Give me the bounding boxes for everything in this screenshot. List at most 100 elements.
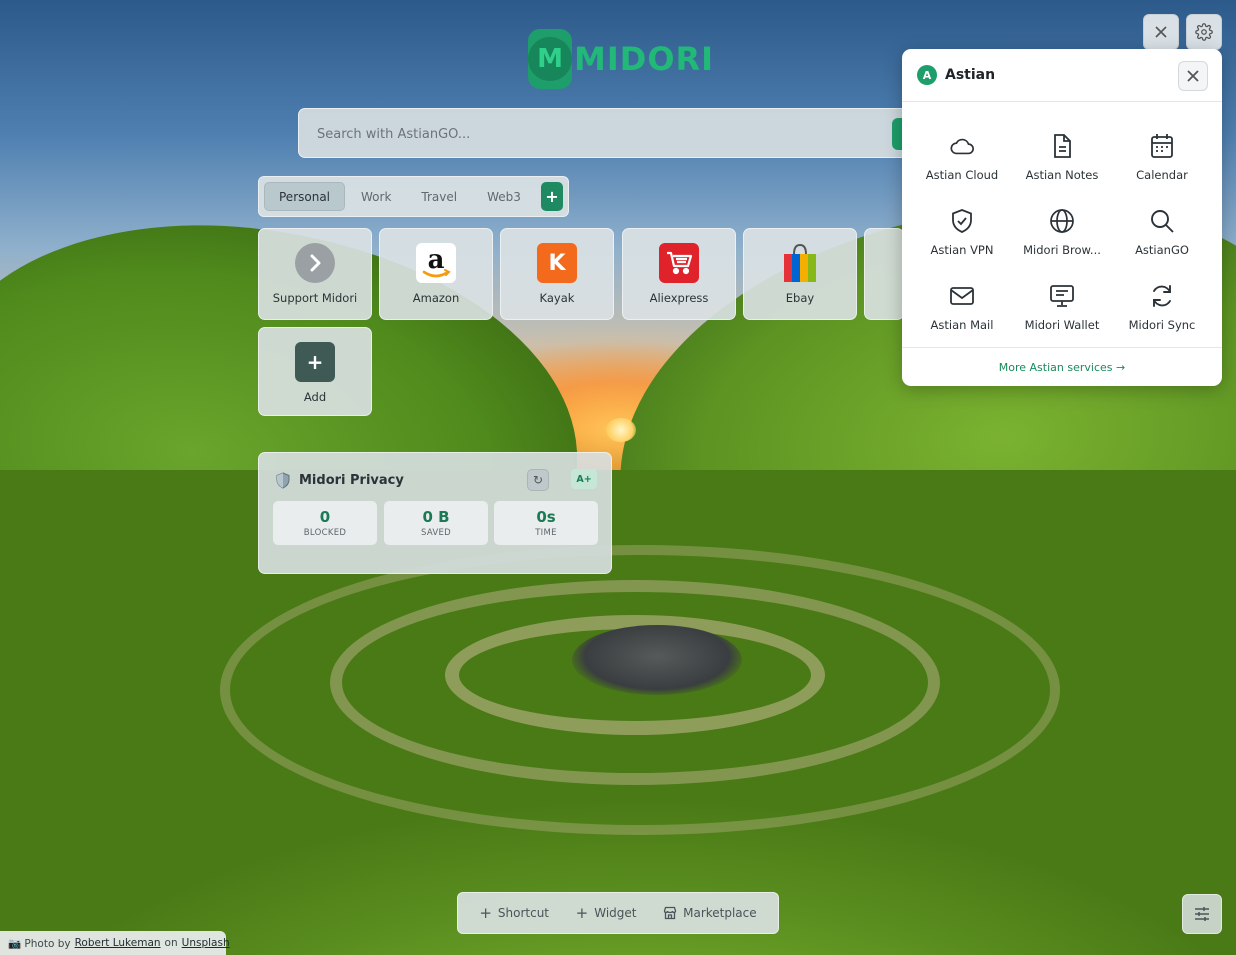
shortcut-group-tabs: Personal Work Travel Web3 +	[258, 176, 569, 217]
midori-logo-text: MIDORI	[574, 40, 715, 78]
stat-blocked: 0 BLOCKED	[273, 501, 377, 545]
plus-icon: +	[479, 904, 492, 922]
shortcut-label: Add	[303, 390, 327, 404]
shortcut-amazon[interactable]: a Amazon	[379, 228, 493, 320]
service-midori-browser[interactable]: Midori Brow...	[1012, 208, 1112, 274]
aliexpress-cart-icon	[659, 243, 699, 283]
store-icon	[663, 906, 677, 920]
add-widget-label: Widget	[594, 906, 637, 920]
background-cairn	[572, 625, 742, 695]
service-midori-wallet[interactable]: Midori Wallet	[1012, 283, 1112, 349]
search-icon	[1149, 208, 1175, 234]
shortcut-kayak[interactable]: K Kayak	[500, 228, 614, 320]
settings-button[interactable]	[1186, 14, 1222, 50]
tab-personal[interactable]: Personal	[264, 182, 346, 211]
unsplash-link[interactable]: Unsplash	[182, 937, 230, 949]
stat-value: 0 B	[422, 508, 450, 526]
stat-label: SAVED	[420, 528, 452, 538]
stat-label: TIME	[535, 528, 557, 538]
service-label: Astian Mail	[930, 318, 994, 332]
close-icon	[1187, 70, 1199, 82]
midori-logo-glyph: M	[528, 37, 572, 81]
service-label: AstianGO	[1135, 243, 1189, 257]
cloud-icon	[949, 133, 975, 159]
amazon-glyph: a	[428, 245, 445, 275]
wallet-monitor-icon	[1049, 283, 1075, 309]
photo-credit: 📷 Photo by Robert Lukeman on Unsplash	[0, 931, 230, 955]
marketplace-label: Marketplace	[683, 906, 757, 920]
add-widget-button[interactable]: + Widget	[576, 904, 637, 922]
add-shortcut-label: Shortcut	[497, 906, 550, 920]
globe-icon	[1049, 208, 1075, 234]
astian-logo-badge: A	[917, 65, 937, 85]
photo-credit-middle: on	[164, 937, 178, 949]
privacy-widget-title: Midori Privacy	[299, 472, 404, 488]
calendar-icon	[1149, 133, 1175, 159]
astian-services-panel: A Astian Astian Cloud Astian Notes Calen…	[902, 49, 1222, 386]
refresh-button[interactable]: ↻	[527, 469, 549, 491]
search-input[interactable]	[305, 114, 905, 154]
add-shortcut-button[interactable]: + Shortcut	[479, 904, 549, 922]
service-label: Astian Cloud	[925, 168, 999, 182]
service-astian-mail[interactable]: Astian Mail	[912, 283, 1012, 349]
service-astiango[interactable]: AstianGO	[1112, 208, 1212, 274]
astian-panel-header: A Astian	[902, 49, 1222, 102]
service-astian-vpn[interactable]: Astian VPN	[912, 208, 1012, 274]
customize-button[interactable]	[1182, 894, 1222, 934]
shield-icon	[276, 471, 290, 489]
service-calendar[interactable]: Calendar	[1112, 133, 1212, 199]
ebay-bag-icon	[780, 243, 820, 283]
shortcut-support-midori[interactable]: Support Midori	[258, 228, 372, 320]
kayak-icon: K	[537, 243, 577, 283]
shortcut-label: Aliexpress	[649, 291, 709, 305]
stat-value: 0	[319, 508, 331, 526]
add-shortcut-tile[interactable]: + Add	[258, 327, 372, 416]
tab-web3[interactable]: Web3	[473, 182, 535, 211]
sliders-icon	[1195, 907, 1209, 921]
add-tab-button[interactable]: +	[540, 182, 563, 211]
service-label: Midori Sync	[1128, 318, 1196, 332]
shield-check-icon	[949, 208, 975, 234]
service-label: Astian VPN	[930, 243, 994, 257]
background-sun	[606, 418, 636, 442]
service-astian-notes[interactable]: Astian Notes	[1012, 133, 1112, 199]
shortcut-ebay[interactable]: Ebay	[743, 228, 857, 320]
gear-icon	[1195, 23, 1213, 41]
service-astian-cloud[interactable]: Astian Cloud	[912, 133, 1012, 199]
service-label: Midori Brow...	[1023, 243, 1101, 257]
marketplace-button[interactable]: Marketplace	[663, 906, 757, 920]
shortcut-label: Kayak	[539, 291, 575, 305]
sync-icon	[1149, 283, 1175, 309]
document-icon	[1049, 133, 1075, 159]
shortcut-label: Amazon	[412, 291, 460, 305]
midori-logo: M MIDORI	[528, 28, 713, 90]
stat-label: BLOCKED	[303, 528, 347, 538]
more-astian-services-link[interactable]: More Astian services →	[902, 347, 1222, 386]
service-label: Astian Notes	[1025, 168, 1099, 182]
shortcut-aliexpress[interactable]: Aliexpress	[622, 228, 736, 320]
privacy-widget-header: Midori Privacy ↻ A+	[275, 469, 597, 491]
photo-author-link[interactable]: Robert Lukeman	[75, 937, 161, 949]
astian-panel-close-button[interactable]	[1178, 61, 1208, 91]
shortcut-partial[interactable]	[864, 228, 904, 320]
chevron-right-icon	[295, 243, 335, 283]
bottom-toolbar: + Shortcut + Widget Marketplace	[457, 892, 779, 934]
astian-panel-title: Astian	[945, 67, 996, 83]
privacy-widget: Midori Privacy ↻ A+ 0 BLOCKED 0 B SAVED …	[258, 452, 612, 574]
tab-travel[interactable]: Travel	[407, 182, 471, 211]
stat-value: 0s	[536, 508, 556, 526]
close-panel-button[interactable]	[1143, 14, 1179, 50]
close-icon	[1155, 26, 1167, 38]
stat-saved: 0 B SAVED	[384, 501, 488, 545]
mail-icon	[949, 283, 975, 309]
amazon-icon: a	[416, 243, 456, 283]
service-midori-sync[interactable]: Midori Sync	[1112, 283, 1212, 349]
tab-work[interactable]: Work	[347, 182, 405, 211]
service-label: Calendar	[1136, 168, 1188, 182]
photo-credit-prefix: 📷 Photo by	[8, 937, 71, 950]
shortcut-label: Ebay	[785, 291, 815, 305]
plus-icon: +	[575, 904, 589, 922]
service-label: Midori Wallet	[1024, 318, 1100, 332]
privacy-grade-badge: A+	[571, 469, 597, 489]
plus-icon: +	[295, 342, 335, 382]
